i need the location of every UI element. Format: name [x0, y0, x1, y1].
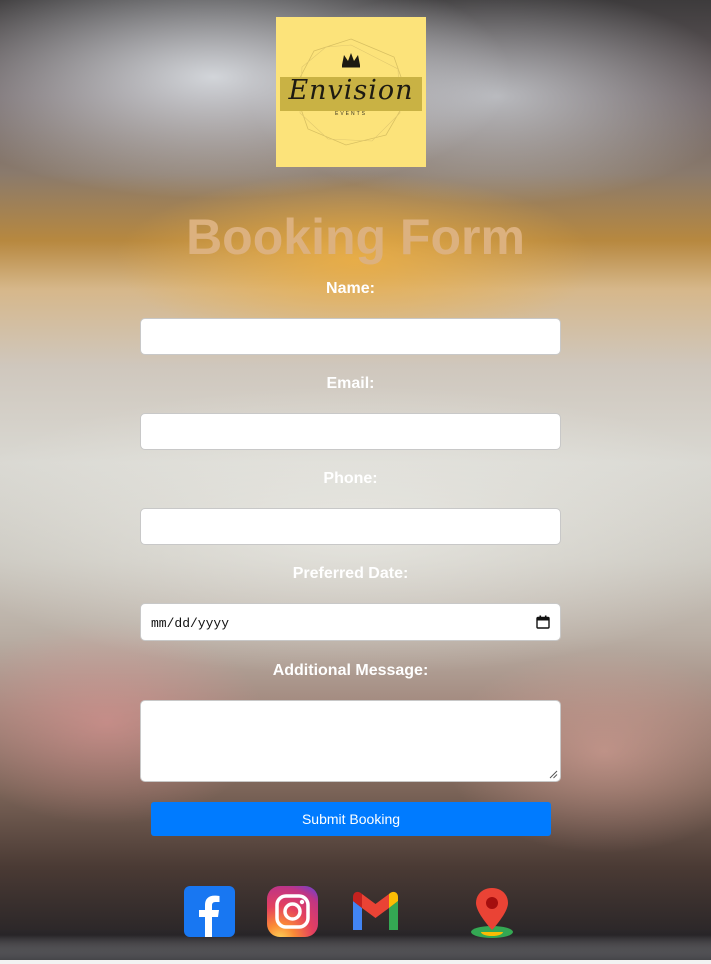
instagram-icon — [267, 886, 318, 937]
email-input[interactable] — [140, 413, 561, 450]
logo-brand-text: Envision — [288, 75, 414, 106]
phone-input[interactable] — [140, 508, 561, 545]
logo-sub-text: EVENTS — [334, 111, 367, 117]
calendar-icon[interactable] — [536, 615, 550, 629]
logo: Envision EVENTS — [276, 17, 426, 167]
date-placeholder: mm/dd/yyyy — [151, 616, 230, 631]
gmail-icon — [353, 891, 398, 930]
email-label: Email: — [326, 375, 375, 392]
facebook-link[interactable] — [184, 886, 235, 942]
phone-label: Phone: — [323, 470, 378, 487]
name-input[interactable] — [140, 318, 561, 355]
date-input[interactable]: mm/dd/yyyy — [140, 603, 561, 641]
message-textarea[interactable] — [140, 700, 561, 782]
maps-link[interactable] — [469, 886, 515, 943]
instagram-link[interactable] — [267, 886, 318, 942]
form-title: Booking Form — [186, 209, 525, 265]
booking-page: Envision EVENTS Booking Form Name: Email… — [0, 0, 711, 964]
name-label: Name: — [326, 280, 375, 297]
map-pin-icon — [471, 888, 513, 938]
resize-handle-icon[interactable] — [549, 770, 558, 779]
gmail-link[interactable] — [350, 890, 401, 937]
facebook-icon — [184, 886, 235, 937]
message-label: Additional Message: — [272, 662, 429, 679]
submit-booking-button[interactable]: Submit Booking — [151, 802, 551, 836]
date-label: Preferred Date: — [292, 565, 409, 582]
